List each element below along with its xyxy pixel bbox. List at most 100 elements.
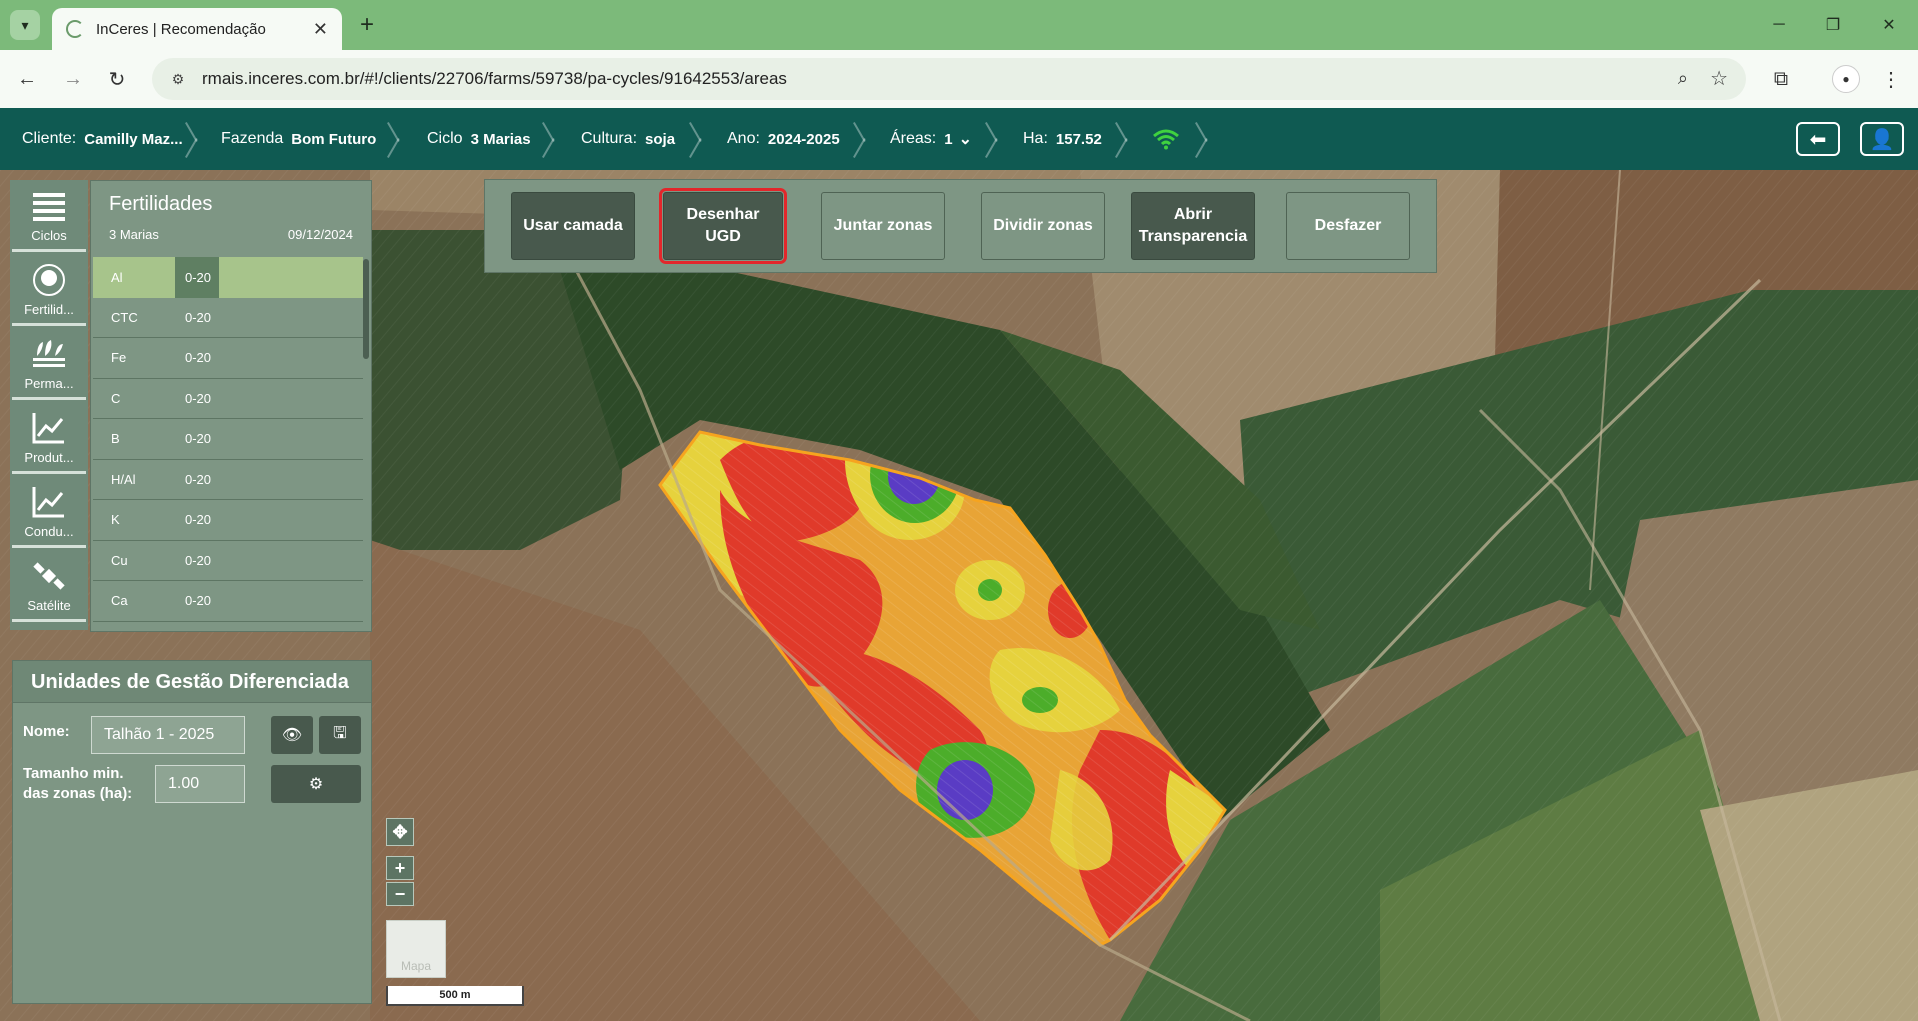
gears-icon: ⚙ (308, 776, 324, 793)
sidebar-item-permanentes[interactable]: Perma... (12, 328, 86, 400)
item-name: B (111, 431, 120, 447)
new-tab-button[interactable]: + (352, 10, 382, 40)
button-label: Transparencia (1138, 228, 1248, 245)
list-item-k[interactable]: K 0-20 (93, 500, 363, 541)
pan-button[interactable]: ✥ (386, 818, 414, 846)
chevron-divider (700, 120, 714, 158)
breadcrumb-ha: Ha: 157.52 (1023, 108, 1102, 170)
fertility-panel: Fertilidades 3 Marias 09/12/2024 Al 0-20 … (90, 180, 372, 632)
list-item-cu[interactable]: Cu 0-20 (93, 541, 363, 581)
restore-button[interactable]: ❐ (1810, 10, 1856, 40)
zoom-out-button[interactable]: − (386, 882, 414, 906)
dividir-zonas-button[interactable]: Dividir zonas (981, 192, 1105, 260)
list-icon (33, 193, 65, 221)
juntar-zonas-button[interactable]: Juntar zonas (821, 192, 945, 260)
button-label: Juntar zonas (833, 217, 933, 234)
sidebar-item-fertilidades[interactable]: Fertilid... (12, 254, 86, 326)
map-layer-button[interactable]: Mapa (386, 920, 446, 978)
ugd-title: Unidades de Gestão Diferenciada (13, 661, 371, 703)
cultura-value: soja (645, 130, 676, 148)
zoom-in-button[interactable]: + (386, 856, 414, 880)
breadcrumb-cultura[interactable]: Cultura: soja (581, 108, 675, 170)
fertility-title: Fertilidades (109, 193, 213, 215)
item-depth: 0-20 (185, 431, 212, 447)
bookmark-star-icon[interactable]: ☆ (1710, 66, 1728, 91)
chart-line-icon (32, 487, 64, 518)
areas-label: Áreas: (890, 130, 937, 147)
reload-button[interactable]: ↻ (102, 64, 132, 94)
breadcrumb-ciclo[interactable]: Ciclo 3 Marias (427, 108, 531, 170)
plus-icon: + (394, 857, 406, 878)
site-settings-icon[interactable]: ⚙ (166, 67, 190, 91)
fertility-list: Al 0-20 CTC 0-20 Fe 0-20 C 0-20 B 0-20 H/Al 0-… (93, 257, 363, 622)
sidebar-item-satelite[interactable]: Satélite (12, 550, 86, 622)
ciclo-label: Ciclo (427, 130, 463, 147)
eye-icon: 👁 (281, 727, 303, 744)
item-depth: 0-20 (185, 309, 212, 325)
tab-search-button[interactable]: ▾ (10, 10, 40, 40)
button-label: Usar camada (523, 217, 623, 234)
list-item-h-al[interactable]: H/Al 0-20 (93, 460, 363, 500)
desenhar-ugd-button[interactable]: Desenhar UGD (659, 188, 787, 264)
item-name: K (111, 512, 120, 528)
fertility-cycle: 3 Marias (109, 227, 159, 242)
list-item-fe[interactable]: Fe 0-20 (93, 338, 363, 379)
breadcrumb-fazenda[interactable]: Fazenda Bom Futuro (221, 108, 376, 170)
loading-icon (66, 20, 84, 38)
chevron-divider (196, 120, 210, 158)
list-item-al[interactable]: Al 0-20 (93, 257, 363, 298)
profile-avatar[interactable]: ● (1832, 65, 1860, 93)
tamanho-input[interactable]: 1.00 (155, 765, 245, 803)
zoom-icon[interactable]: ⌕ (1678, 68, 1688, 89)
list-item-ca[interactable]: Ca 0-20 (93, 581, 363, 622)
close-window-button[interactable]: ✕ (1866, 10, 1912, 40)
back-arrow-button[interactable]: ⬅ (1796, 122, 1840, 156)
abrir-transparencia-button[interactable]: Abrir Transparencia (1131, 192, 1255, 260)
minus-icon: − (394, 883, 406, 904)
menu-icon[interactable]: ⋮ (1876, 64, 1906, 94)
item-name: Ca (111, 593, 128, 609)
ugd-panel: Unidades de Gestão Diferenciada Nome: Ta… (12, 660, 372, 1004)
address-bar[interactable]: ⚙ rmais.inceres.com.br/#!/clients/22706/… (152, 58, 1746, 100)
ha-value: 157.52 (1055, 130, 1102, 148)
chevron-divider (1126, 120, 1140, 158)
list-item-b[interactable]: B 0-20 (93, 419, 363, 460)
item-depth: 0-20 (185, 552, 212, 568)
breadcrumb-cliente[interactable]: Cliente: Camilly Maz... (22, 108, 183, 170)
chevron-divider (553, 120, 567, 158)
ano-value: 2024-2025 (767, 130, 840, 148)
nome-input[interactable]: Talhão 1 - 2025 (91, 716, 245, 754)
list-item-ctc[interactable]: CTC 0-20 (93, 298, 363, 338)
plants-icon (33, 340, 65, 367)
usar-camada-button[interactable]: Usar camada (511, 192, 635, 260)
sidebar-item-label: Satélite (27, 598, 71, 613)
save-button[interactable]: 🖫 (319, 716, 361, 754)
item-name: Al (111, 269, 123, 285)
view-button[interactable]: 👁 (271, 716, 313, 754)
breadcrumb-areas[interactable]: Áreas: 1 ⌄ (890, 108, 972, 170)
url-text: rmais.inceres.com.br/#!/clients/22706/fa… (202, 69, 787, 88)
back-button[interactable]: ← (12, 64, 42, 94)
generate-zones-button[interactable]: ⚙ (271, 765, 361, 803)
list-item-c[interactable]: C 0-20 (93, 379, 363, 419)
sidebar-item-ciclos[interactable]: Ciclos (12, 180, 86, 252)
save-icon: 🖫 (333, 724, 347, 742)
sidebar-item-label: Condu... (24, 524, 74, 539)
forward-button[interactable]: → (58, 64, 88, 94)
user-button[interactable]: 👤 (1860, 122, 1904, 156)
sidebar-item-condutividade[interactable]: Condu... (12, 476, 86, 548)
browser-tab-bar: ▾ InCeres | Recomendação ✕ + ─ ❐ ✕ (0, 0, 1918, 50)
minimize-button[interactable]: ─ (1756, 10, 1802, 40)
close-tab-icon[interactable]: ✕ (313, 19, 328, 40)
browser-toolbar: ← → ↻ ⚙ rmais.inceres.com.br/#!/clients/… (0, 50, 1918, 108)
sidebar-item-produtividade[interactable]: Produt... (12, 402, 86, 474)
list-scrollbar[interactable] (363, 259, 369, 359)
browser-tab[interactable]: InCeres | Recomendação ✕ (52, 8, 342, 50)
desfazer-button[interactable]: Desfazer (1286, 192, 1410, 260)
nome-label: Nome: (23, 723, 70, 740)
item-depth: 0-20 (185, 593, 212, 609)
button-label: Dividir zonas (993, 217, 1093, 234)
breadcrumb-ano[interactable]: Ano: 2024-2025 (727, 108, 840, 170)
item-name: CTC (111, 309, 138, 325)
extensions-icon[interactable]: ⧉ (1766, 64, 1796, 94)
